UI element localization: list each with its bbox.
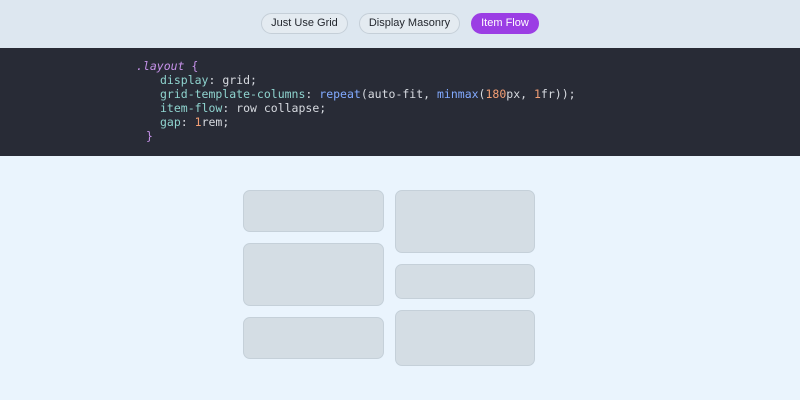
min-number: 180 — [485, 87, 507, 101]
demo-tabs: Just Use Grid Display Masonry Item Flow — [0, 13, 800, 34]
grid-item-1 — [243, 190, 384, 232]
code-block: .layout { display: grid; grid-template-c… — [0, 48, 800, 156]
tab-just-use-grid[interactable]: Just Use Grid — [261, 13, 348, 34]
layout-preview — [0, 156, 800, 400]
gap-unit: rem — [201, 115, 223, 129]
code-line-display: display: grid; — [160, 73, 257, 87]
min-unit: px — [506, 87, 521, 101]
gap-number: 1 — [194, 115, 202, 129]
auto-fit-value: auto-fit — [367, 87, 424, 101]
gap-property: gap — [160, 115, 181, 129]
item-flow-value: row collapse — [236, 101, 320, 115]
grid-item-6 — [395, 310, 535, 366]
gtc-property: grid-template-columns — [160, 87, 306, 101]
grid-item-4 — [395, 264, 535, 299]
code-line-selector: .layout { — [136, 59, 198, 73]
code-line-grid-template-columns: grid-template-columns: repeat(auto-fit, … — [160, 87, 576, 101]
top-bar: Just Use Grid Display Masonry Item Flow — [0, 0, 800, 48]
repeat-function: repeat — [319, 87, 361, 101]
minmax-function: minmax — [437, 87, 479, 101]
item-flow-property: item-flow — [160, 101, 223, 115]
tab-item-flow[interactable]: Item Flow — [471, 13, 539, 34]
grid-item-2 — [395, 190, 535, 253]
grid-item-5 — [243, 317, 384, 359]
open-brace: { — [191, 59, 199, 73]
tab-display-masonry[interactable]: Display Masonry — [358, 13, 461, 34]
css-selector: .layout — [136, 59, 185, 73]
code-line-gap: gap: 1rem; — [160, 115, 230, 129]
max-number: 1 — [533, 87, 541, 101]
max-unit: fr — [540, 87, 555, 101]
code-line-close: } — [146, 129, 153, 143]
code-line-item-flow: item-flow: row collapse; — [160, 101, 327, 115]
close-brace: } — [146, 129, 153, 143]
display-value: grid — [222, 73, 251, 87]
display-property: display — [160, 73, 209, 87]
grid-item-3 — [243, 243, 384, 306]
